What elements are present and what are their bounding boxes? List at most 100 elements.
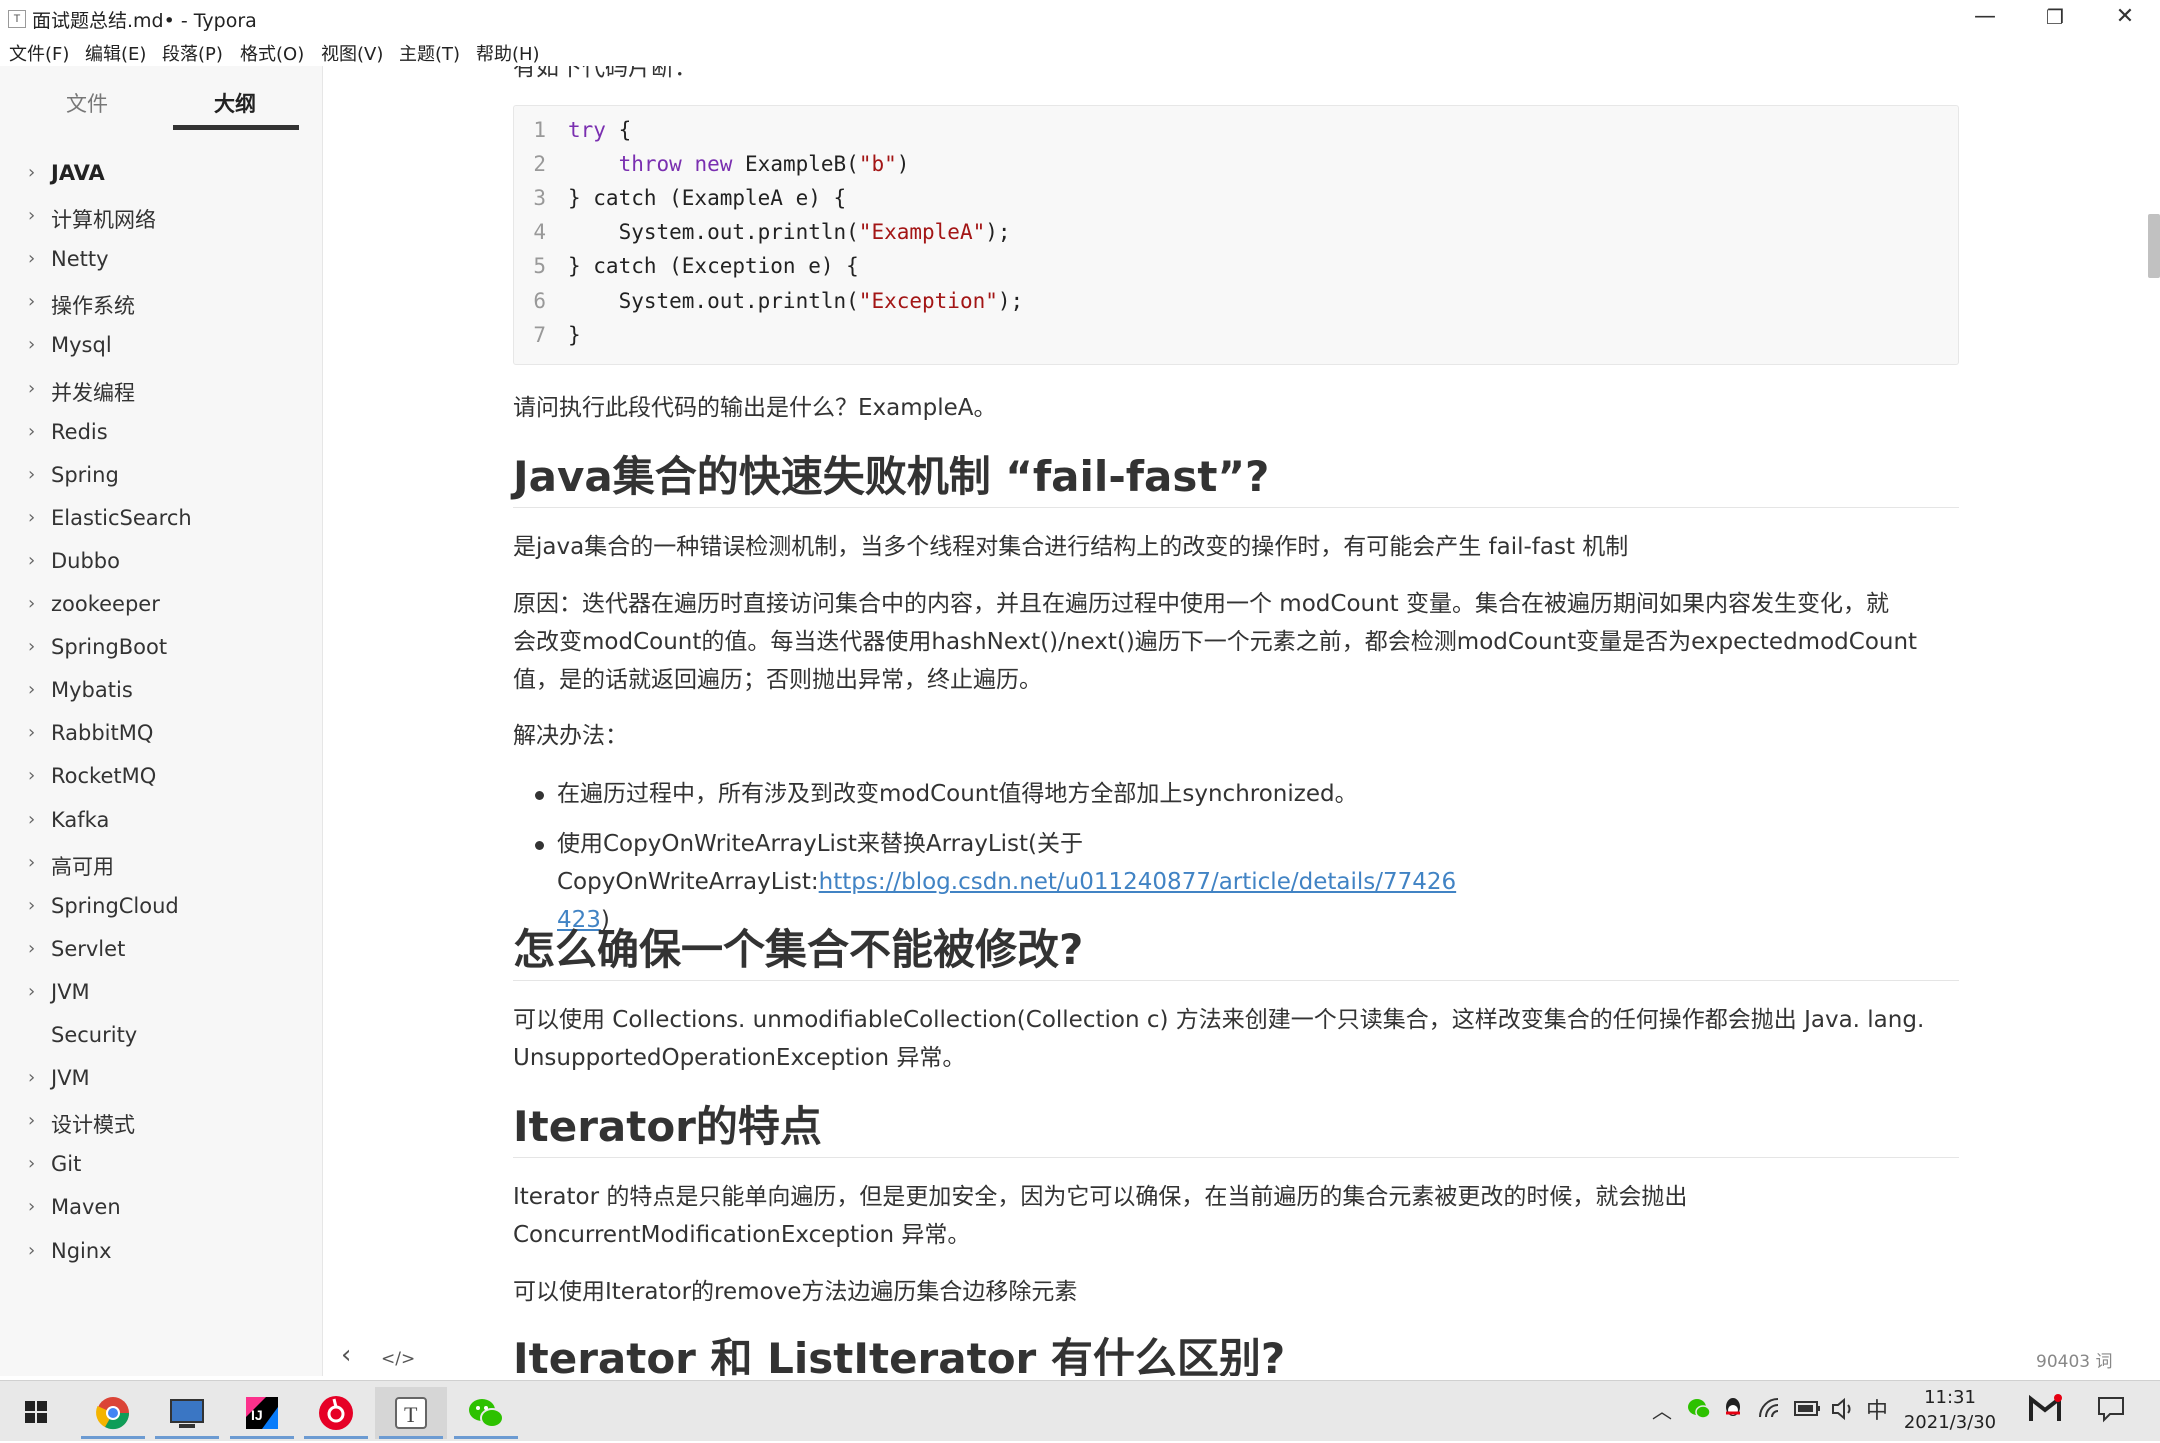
system-clock[interactable]: 11:31 2021/3/30	[1880, 1385, 2020, 1435]
chevron-right-icon[interactable]: ›	[28, 378, 35, 399]
outline-item[interactable]: › Netty	[0, 244, 322, 284]
bullet-dot	[535, 841, 544, 850]
menu-view[interactable]: 视图(V)	[321, 40, 383, 66]
restore-button[interactable]: ❐	[2020, 0, 2090, 36]
tab-outline[interactable]: 大纲	[214, 88, 256, 118]
outline-item-label: 操作系统	[51, 294, 135, 319]
chevron-right-icon[interactable]: ›	[28, 852, 35, 873]
outline-item[interactable]: › 高可用	[0, 848, 322, 888]
gmail-icon[interactable]	[2028, 1393, 2062, 1425]
outline-item[interactable]: › 并发编程	[0, 374, 322, 414]
chevron-right-icon[interactable]: ›	[28, 421, 35, 442]
chevron-right-icon[interactable]: ›	[28, 1240, 35, 1261]
editor-pane[interactable]: 有如下代码片断： 1 try {2 throw new ExampleB("b")…	[323, 66, 2145, 1376]
chevron-right-icon[interactable]: ›	[28, 809, 35, 830]
chevron-right-icon[interactable]: ›	[28, 248, 35, 269]
outline-item[interactable]: › zookeeper	[0, 589, 322, 629]
chevron-right-icon[interactable]: ›	[28, 1067, 35, 1088]
outline-item[interactable]: › Mysql	[0, 330, 322, 370]
chevron-right-icon[interactable]: ›	[28, 636, 35, 657]
tab-files[interactable]: 文件	[66, 88, 108, 118]
outline-item[interactable]: › JVM	[0, 1063, 322, 1103]
close-button[interactable]: ✕	[2090, 0, 2160, 36]
chevron-right-icon[interactable]: ›	[28, 507, 35, 528]
menu-theme[interactable]: 主题(T)	[399, 40, 460, 66]
chevron-right-icon[interactable]: ›	[28, 1110, 35, 1131]
menu-help[interactable]: 帮助(H)	[476, 40, 540, 66]
chevron-right-icon[interactable]: ›	[28, 895, 35, 916]
minimize-button[interactable]: —	[1950, 0, 2020, 36]
outline-item[interactable]: Security	[0, 1020, 322, 1060]
chevron-right-icon[interactable]: ›	[28, 162, 35, 183]
csdn-link[interactable]: https://blog.csdn.net/u011240877/article…	[819, 869, 1457, 895]
toggle-sidebar-button[interactable]: ‹	[341, 1340, 351, 1370]
notification-center-icon[interactable]	[2096, 1395, 2126, 1423]
chevron-right-icon[interactable]: ›	[28, 464, 35, 485]
chevron-right-icon[interactable]: ›	[28, 593, 35, 614]
outline-item[interactable]: › Nginx	[0, 1236, 322, 1276]
outline-item[interactable]: › 操作系统	[0, 287, 322, 327]
code-line: 5} catch (Exception e) {	[514, 254, 1954, 288]
taskbar-remote-desktop[interactable]	[151, 1387, 223, 1439]
outline-item[interactable]: › Dubbo	[0, 546, 322, 586]
word-count[interactable]: 90403 词	[2036, 1347, 2112, 1372]
heading-unmodifiable: 怎么确保一个集合不能被修改?	[513, 922, 1959, 981]
outline-item[interactable]: › Mybatis	[0, 675, 322, 715]
menu-format[interactable]: 格式(O)	[240, 40, 304, 66]
outline-item[interactable]: › RabbitMQ	[0, 718, 322, 758]
chevron-right-icon[interactable]: ›	[28, 334, 35, 355]
show-hidden-icons-button[interactable]: ︿	[1652, 1395, 1672, 1424]
chevron-right-icon[interactable]: ›	[28, 679, 35, 700]
outline-item[interactable]: › Spring	[0, 460, 322, 500]
scrollbar-thumb[interactable]	[2148, 214, 2160, 278]
outline-item-label: Nginx	[51, 1238, 112, 1263]
battery-icon[interactable]	[1794, 1399, 1822, 1419]
code-line: 6 System.out.println("Exception");	[514, 289, 1954, 323]
outline-item[interactable]: › Git	[0, 1149, 322, 1189]
start-button[interactable]	[0, 1387, 72, 1439]
code-text: }	[568, 323, 581, 347]
outline-item[interactable]: › 设计模式	[0, 1106, 322, 1146]
code-line: 7}	[514, 323, 1954, 357]
paragraph-fail-fast-reason-2: 会改变modCount的值。每当迭代器使用hashNext()/next()遍历…	[513, 629, 1918, 655]
outline-item[interactable]: › SpringCloud	[0, 891, 322, 931]
outline-item[interactable]: › Maven	[0, 1192, 322, 1232]
chevron-right-icon[interactable]: ›	[28, 1153, 35, 1174]
chevron-right-icon[interactable]: ›	[28, 938, 35, 959]
outline-item[interactable]: › ElasticSearch	[0, 503, 322, 543]
chevron-right-icon[interactable]: ›	[28, 765, 35, 786]
taskbar-netease-music[interactable]	[300, 1387, 372, 1439]
menu-paragraph[interactable]: 段落(P)	[162, 40, 223, 66]
line-number: 4	[533, 220, 546, 245]
chevron-right-icon[interactable]: ›	[28, 1196, 35, 1217]
taskbar-typora[interactable]: T	[375, 1387, 447, 1439]
taskbar-wechat[interactable]	[450, 1387, 522, 1439]
volume-icon[interactable]	[1830, 1397, 1856, 1421]
menu-edit[interactable]: 编辑(E)	[85, 40, 146, 66]
taskbar-chrome[interactable]	[77, 1387, 149, 1439]
outline-item[interactable]: › Redis	[0, 417, 322, 457]
code-text: System.out.println("Exception");	[568, 289, 1024, 313]
outline-item-label: ElasticSearch	[51, 505, 192, 530]
qq-tray-icon[interactable]	[1722, 1395, 1744, 1421]
chevron-right-icon[interactable]: ›	[28, 205, 35, 226]
outline-item[interactable]: › Servlet	[0, 934, 322, 974]
chevron-right-icon[interactable]: ›	[28, 291, 35, 312]
outline-item[interactable]: › Kafka	[0, 805, 322, 845]
outline-item[interactable]: › RocketMQ	[0, 761, 322, 801]
outline-item[interactable]: › JVM	[0, 977, 322, 1017]
outline-item[interactable]: › SpringBoot	[0, 632, 322, 672]
wechat-tray-icon[interactable]	[1686, 1397, 1712, 1421]
taskbar-intellij[interactable]: IJ	[226, 1387, 298, 1439]
code-token: );	[985, 220, 1011, 245]
code-block[interactable]: 1 try {2 throw new ExampleB("b") 3} catch …	[513, 105, 1959, 365]
chevron-right-icon[interactable]: ›	[28, 981, 35, 1002]
source-code-mode-button[interactable]: </>	[381, 1349, 415, 1369]
chevron-right-icon[interactable]: ›	[28, 722, 35, 743]
network-icon[interactable]	[1758, 1397, 1782, 1419]
outline-item[interactable]: › JAVA	[0, 158, 322, 198]
chevron-right-icon[interactable]: ›	[28, 550, 35, 571]
paragraph-answer: 请问执行此段代码的输出是什么？ExampleA。	[513, 395, 997, 421]
menu-file[interactable]: 文件(F)	[9, 40, 69, 66]
outline-item[interactable]: › 计算机网络	[0, 201, 322, 241]
